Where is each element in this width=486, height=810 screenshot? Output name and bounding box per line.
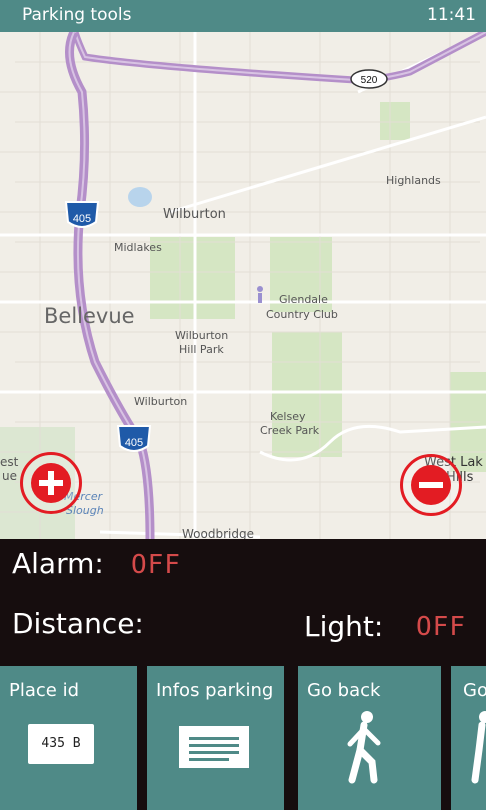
- map-label-highlands: Highlands: [386, 174, 441, 187]
- tile-go-label: Go: [463, 680, 486, 701]
- map-label-bellevue: Bellevue: [44, 304, 135, 328]
- svg-text:405: 405: [125, 437, 143, 449]
- parking-info-panel: Alarm: OFF Distance: Light: OFF: [0, 539, 486, 666]
- map-label-glendale-2: Country Club: [266, 308, 338, 321]
- map-label-midlakes: Midlakes: [114, 241, 162, 254]
- zoom-in-button[interactable]: [20, 452, 82, 514]
- map-label-kelsey-2: Creek Park: [260, 424, 320, 437]
- zoom-out-button[interactable]: [400, 454, 462, 516]
- distance-label: Distance:: [12, 607, 144, 640]
- i405-south-shield: 405: [116, 425, 152, 452]
- alarm-value: OFF: [131, 550, 181, 580]
- map-label-kelsey: Kelsey: [270, 410, 306, 423]
- map-label-wilburton-hill-park-2: Hill Park: [179, 343, 224, 356]
- clock: 11:41: [427, 5, 476, 25]
- map-label-glendale: Glendale: [279, 293, 328, 306]
- plus-circle-icon: [31, 463, 71, 503]
- map-label-west-2: ue: [2, 469, 17, 483]
- sr520-shield: 520: [350, 69, 388, 89]
- document-lines-icon: [179, 726, 249, 768]
- license-plate-icon: 435 B: [28, 724, 94, 764]
- status-bar: Parking tools 11:41: [0, 0, 486, 32]
- tile-place-id-label: Place id: [9, 680, 80, 701]
- svg-text:520: 520: [361, 75, 378, 86]
- park-person-icon: [257, 286, 263, 303]
- walking-person-icon: [347, 711, 381, 784]
- tile-infos-parking[interactable]: Infos parking: [147, 666, 284, 810]
- alarm-label: Alarm:: [12, 547, 104, 580]
- tile-go[interactable]: Go: [451, 666, 486, 810]
- map-label-wilburton: Wilburton: [163, 207, 226, 222]
- tile-place-id[interactable]: Place id 435 B: [0, 666, 137, 810]
- map-view[interactable]: 405 405 520 Wilburton Midlakes Bellevue …: [0, 32, 486, 539]
- action-tiles: Place id 435 B Infos parking Go back Go: [0, 666, 486, 810]
- walking-person-icon: [471, 711, 486, 784]
- map-label-woodbridge: Woodbridge: [182, 527, 254, 539]
- tile-go-back[interactable]: Go back: [298, 666, 441, 810]
- light-value: OFF: [416, 612, 466, 642]
- tile-go-back-label: Go back: [307, 680, 381, 701]
- light-label: Light:: [304, 610, 384, 643]
- map-label-wilburton-hill-park: Wilburton: [175, 329, 228, 342]
- map-label-wilburton-south: Wilburton: [134, 395, 187, 408]
- svg-text:405: 405: [73, 213, 91, 225]
- minus-circle-icon: [411, 465, 451, 505]
- tile-infos-parking-label: Infos parking: [156, 680, 274, 701]
- map-label-west: est: [0, 455, 19, 469]
- app-title: Parking tools: [22, 5, 132, 25]
- i405-north-shield: 405: [64, 201, 100, 228]
